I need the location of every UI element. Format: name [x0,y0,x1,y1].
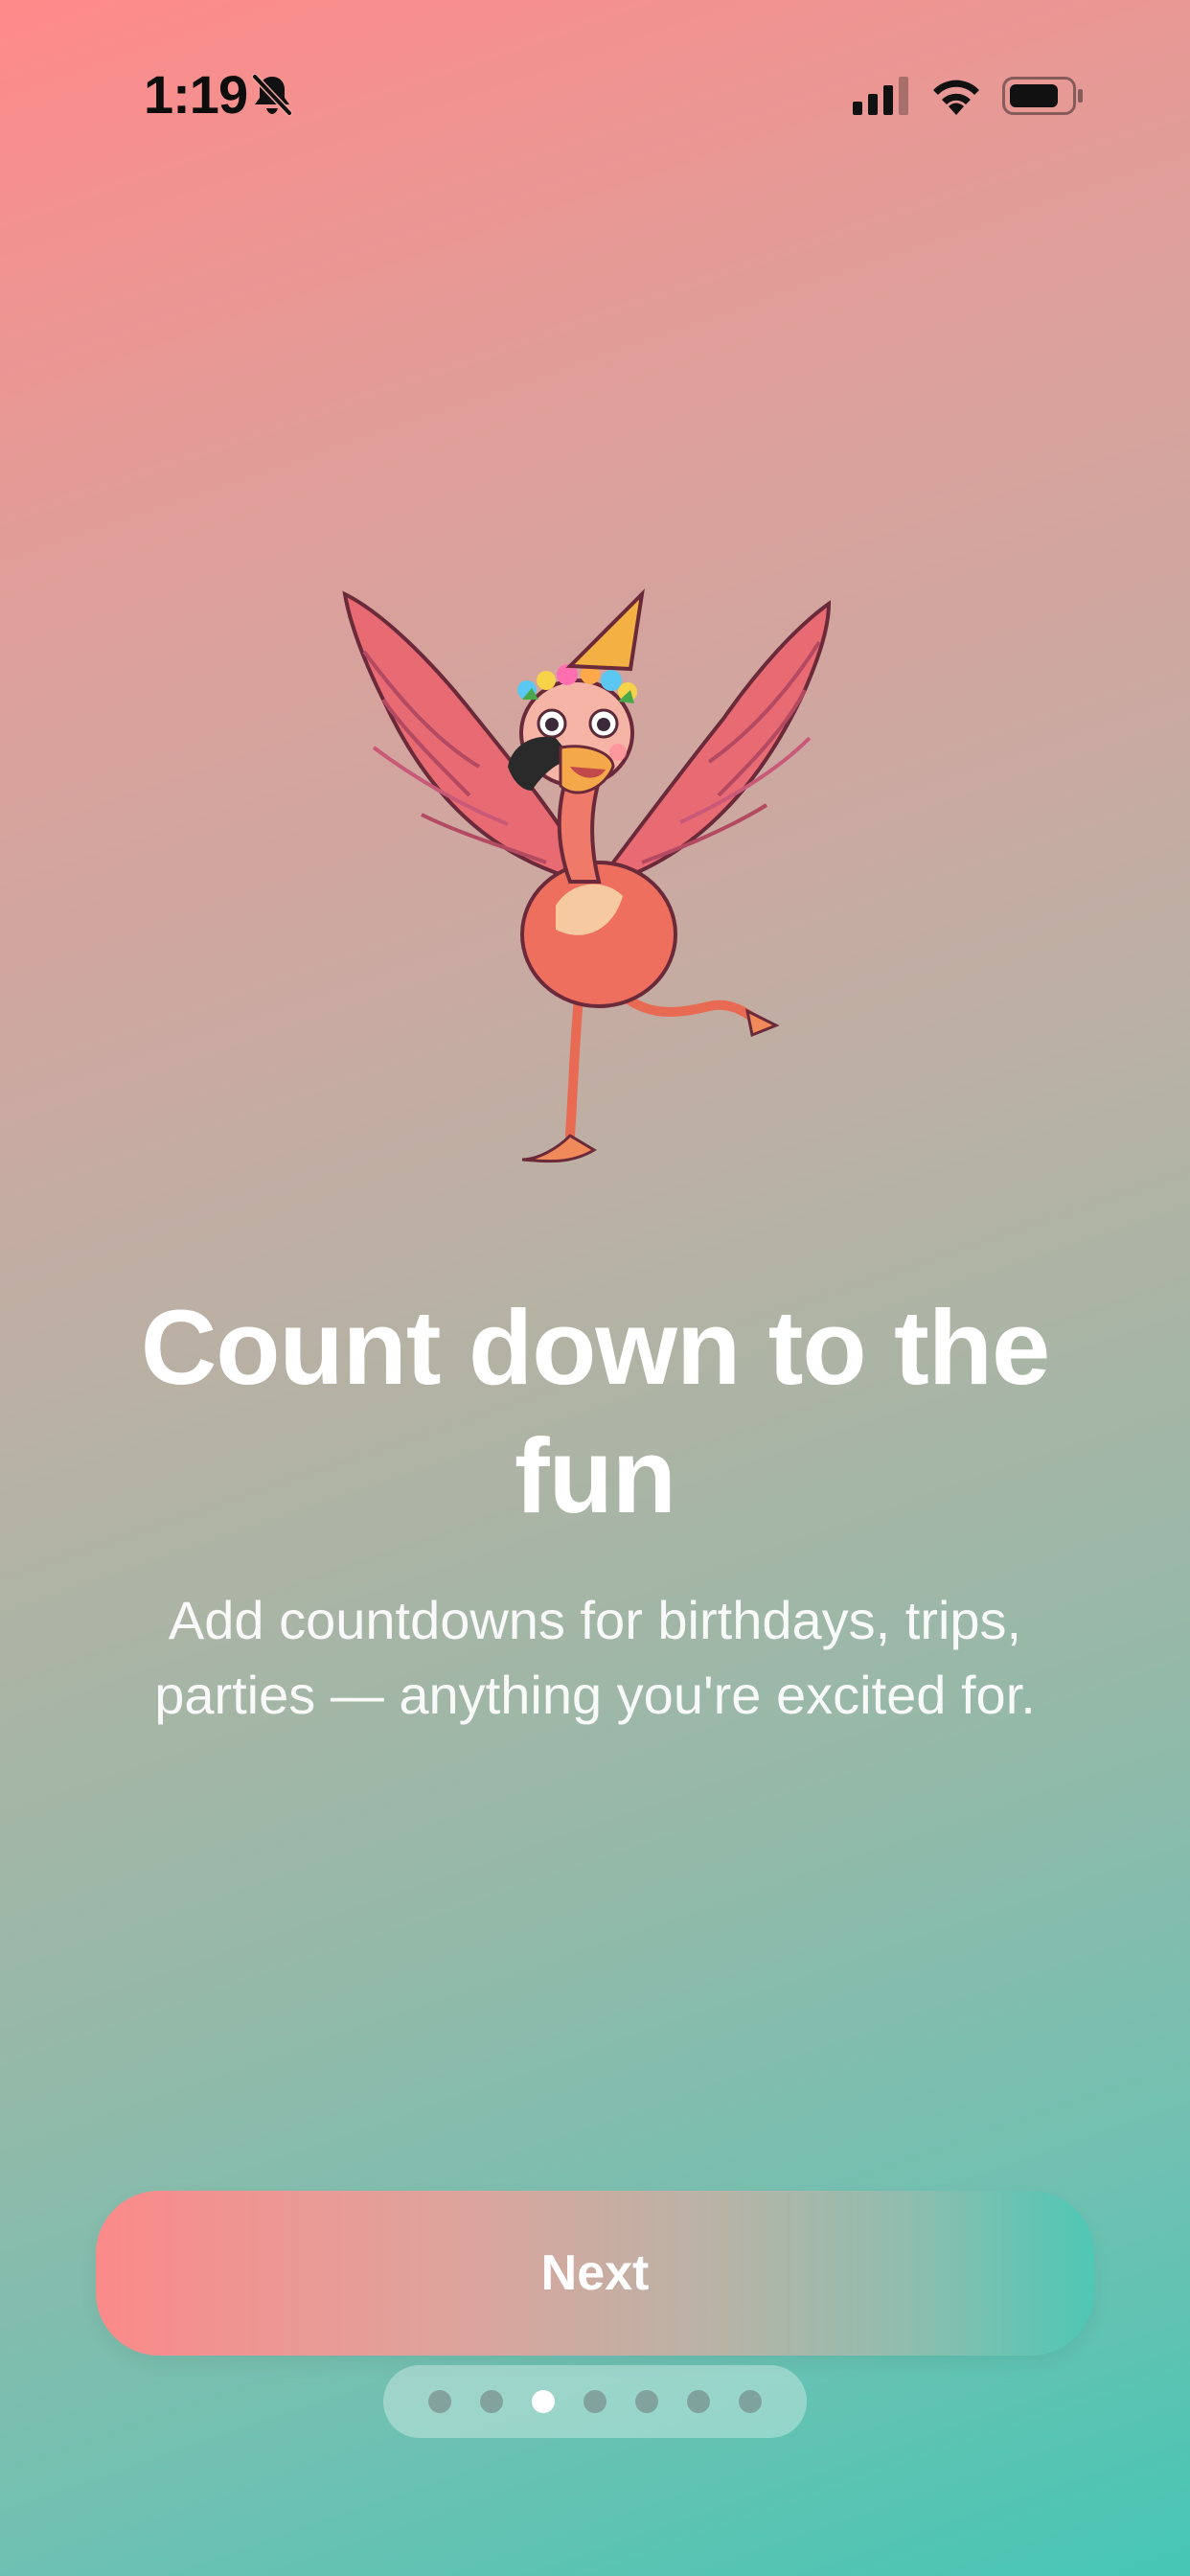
page-indicator[interactable] [383,2365,807,2438]
status-bar: 1:19 [0,0,1190,192]
page-subtitle: Add countdowns for birthdays, trips, par… [154,1590,1036,1725]
wifi-icon [933,80,979,115]
page-dot-7[interactable] [739,2390,762,2413]
page-dot-1[interactable] [428,2390,451,2413]
flamingo-mascot-illustration [342,588,832,1163]
bell-slash-icon [251,73,293,117]
page-dot-4[interactable] [584,2390,606,2413]
next-button[interactable]: Next [96,2191,1094,2356]
cellular-signal-icon [853,77,908,115]
page-dot-3-active[interactable] [532,2390,555,2413]
page-dot-5[interactable] [635,2390,658,2413]
page-dot-2[interactable] [480,2390,503,2413]
status-time: 1:19 [144,64,248,125]
page-dot-6[interactable] [687,2390,710,2413]
battery-icon [1002,77,1083,115]
page-title: Count down to the fun [140,1289,1050,1535]
right-wing [611,600,832,885]
